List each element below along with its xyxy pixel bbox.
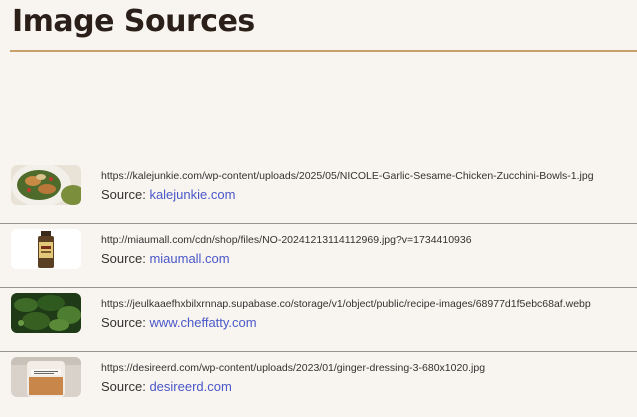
source-url: http://miaumall.com/cdn/shop/files/NO-20… — [101, 234, 472, 246]
source-label: Source: — [101, 379, 146, 394]
source-url: https://jeulkaaefhxbilxrnnap.supabase.co… — [101, 298, 591, 310]
source-label: Source: — [101, 315, 146, 330]
source-item: https://kalejunkie.com/wp-content/upload… — [0, 160, 637, 224]
source-attribution: Source: www.cheffatty.com — [101, 315, 257, 330]
source-label: Source: — [101, 187, 146, 202]
source-url: https://desireerd.com/wp-content/uploads… — [101, 362, 486, 374]
source-list: https://kalejunkie.com/wp-content/upload… — [0, 160, 637, 415]
source-item: https://desireerd.com/wp-content/uploads… — [0, 352, 637, 415]
source-link[interactable]: kalejunkie.com — [149, 187, 235, 202]
title-divider — [10, 50, 637, 52]
source-link[interactable]: miaumall.com — [149, 251, 229, 266]
source-label: Source: — [101, 251, 146, 266]
greens-thumbnail[interactable] — [11, 293, 81, 333]
source-item: https://jeulkaaefhxbilxrnnap.supabase.co… — [0, 288, 637, 352]
page-title: Image Sources — [12, 4, 255, 39]
source-link[interactable]: desireerd.com — [149, 379, 231, 394]
image-sources-page: Image Sources https://kalejunkie.com/wp-… — [0, 0, 637, 417]
sauce-bottle-thumbnail[interactable] — [11, 229, 81, 269]
source-url: https://kalejunkie.com/wp-content/upload… — [101, 170, 594, 182]
source-attribution: Source: desireerd.com — [101, 379, 232, 394]
source-attribution: Source: kalejunkie.com — [101, 187, 235, 202]
source-item: http://miaumall.com/cdn/shop/files/NO-20… — [0, 224, 637, 288]
chicken-zucchini-bowls-thumbnail[interactable] — [11, 165, 81, 205]
ginger-dressing-jar-thumbnail[interactable] — [11, 357, 81, 397]
source-link[interactable]: www.cheffatty.com — [149, 315, 256, 330]
source-attribution: Source: miaumall.com — [101, 251, 230, 266]
